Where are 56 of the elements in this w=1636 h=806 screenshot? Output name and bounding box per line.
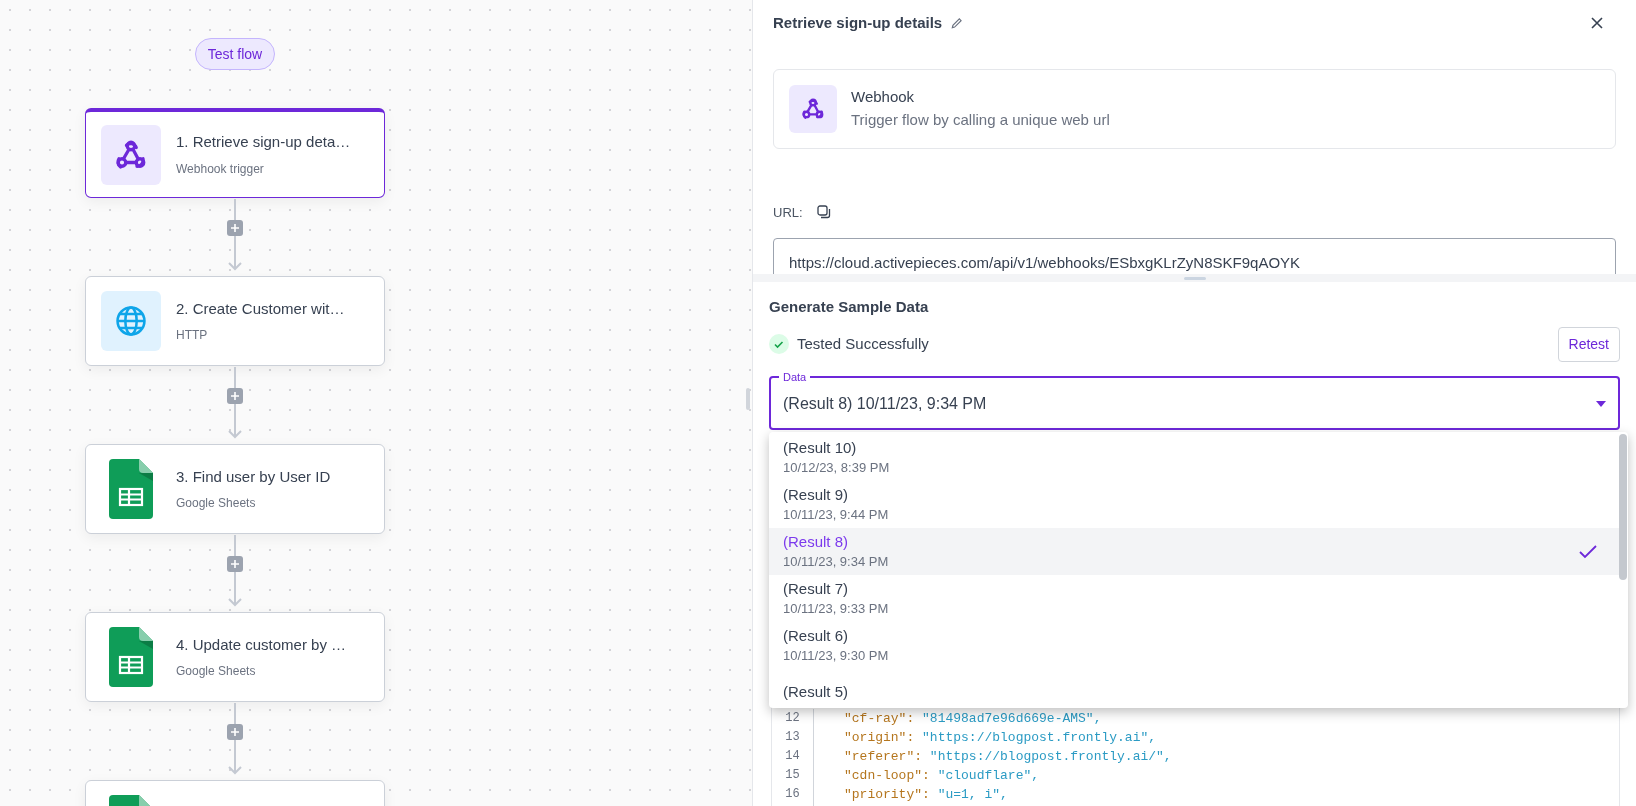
test-flow-button[interactable]: Test flow: [194, 38, 276, 70]
panel-title: Retrieve sign-up details: [773, 13, 943, 33]
url-label: URL:: [773, 203, 803, 222]
result-option[interactable]: (Result 6) 10/11/23, 9:30 PM: [769, 622, 1619, 669]
step-card[interactable]: 4. Update customer by … Google Sheets: [85, 612, 385, 702]
line-number: 14: [785, 747, 800, 765]
result-option[interactable]: (Result 10) 10/12/23, 8:39 PM: [769, 434, 1619, 481]
add-step-button[interactable]: [227, 556, 243, 572]
webhook-icon: [789, 84, 837, 133]
section-heading: Generate Sample Data: [769, 297, 930, 317]
step-card[interactable]: 3. Find user by User ID Google Sheets: [85, 444, 385, 534]
step-card[interactable]: 2. Create Customer wit… HTTP: [85, 276, 385, 366]
scrollbar-thumb[interactable]: [1619, 434, 1627, 580]
checkmark-icon: [1579, 544, 1597, 559]
result-option[interactable]: (Result 8) 10/11/23, 9:34 PM: [769, 528, 1619, 575]
add-step-button[interactable]: [227, 388, 243, 404]
step-subtitle: Webhook trigger: [176, 160, 265, 178]
retest-button[interactable]: Retest: [1557, 326, 1620, 362]
close-icon[interactable]: [1590, 16, 1604, 31]
result-option[interactable]: (Result 9) 10/11/23, 9:44 PM: [769, 481, 1619, 528]
code-line: "origin": "https://blogpost.frontly.ai",: [844, 728, 1158, 747]
piece-name: Webhook: [851, 87, 916, 107]
result-option[interactable]: (Result 5): [769, 669, 1619, 708]
code-line: "referer": "https://blogpost.frontly.ai/",: [844, 747, 1172, 766]
dropdown-caret-icon: [1596, 400, 1606, 407]
step-title: 3. Find user by User ID: [176, 466, 331, 487]
copy-icon[interactable]: [816, 205, 831, 220]
test-status: Tested Successfully: [797, 333, 929, 354]
piece-description: Trigger flow by calling a unique web url: [851, 109, 1110, 130]
add-step-button[interactable]: [227, 724, 243, 740]
webhook-icon: [101, 124, 161, 185]
add-step-button[interactable]: [227, 220, 243, 236]
code-line: "cdn-loop": "cloudflare",: [844, 766, 1041, 785]
line-number: 12: [785, 709, 800, 727]
panel-resize-handle[interactable]: [1183, 276, 1206, 280]
step-subtitle: HTTP: [176, 327, 209, 345]
code-line: "cf-ray": "81498ad7e96d669e-AMS",: [844, 709, 1103, 728]
line-number: 16: [785, 785, 800, 803]
success-check-icon: [769, 334, 789, 354]
pencil-icon[interactable]: [950, 16, 965, 31]
connector-arrow: [228, 703, 242, 775]
result-option[interactable]: (Result 7) 10/11/23, 9:33 PM: [769, 575, 1619, 622]
step-title: 1. Retrieve sign-up deta…: [176, 132, 351, 153]
line-number: 13: [785, 728, 800, 746]
connector-arrow: [228, 199, 242, 271]
step-title: 2. Create Customer wit…: [176, 298, 345, 319]
line-number: 15: [785, 766, 800, 784]
step-title: 4. Update customer by …: [176, 634, 347, 655]
connector-arrow: [228, 367, 242, 439]
step-subtitle: Google Sheets: [176, 663, 257, 681]
canvas-resize-handle[interactable]: [746, 388, 750, 410]
connector-arrow: [228, 535, 242, 607]
code-line: "priority": "u=1, i",: [844, 785, 1009, 804]
step-card[interactable]: 1. Retrieve sign-up deta… Webhook trigger: [85, 108, 385, 198]
globe-icon: [101, 291, 161, 351]
step-subtitle: Google Sheets: [176, 495, 257, 513]
